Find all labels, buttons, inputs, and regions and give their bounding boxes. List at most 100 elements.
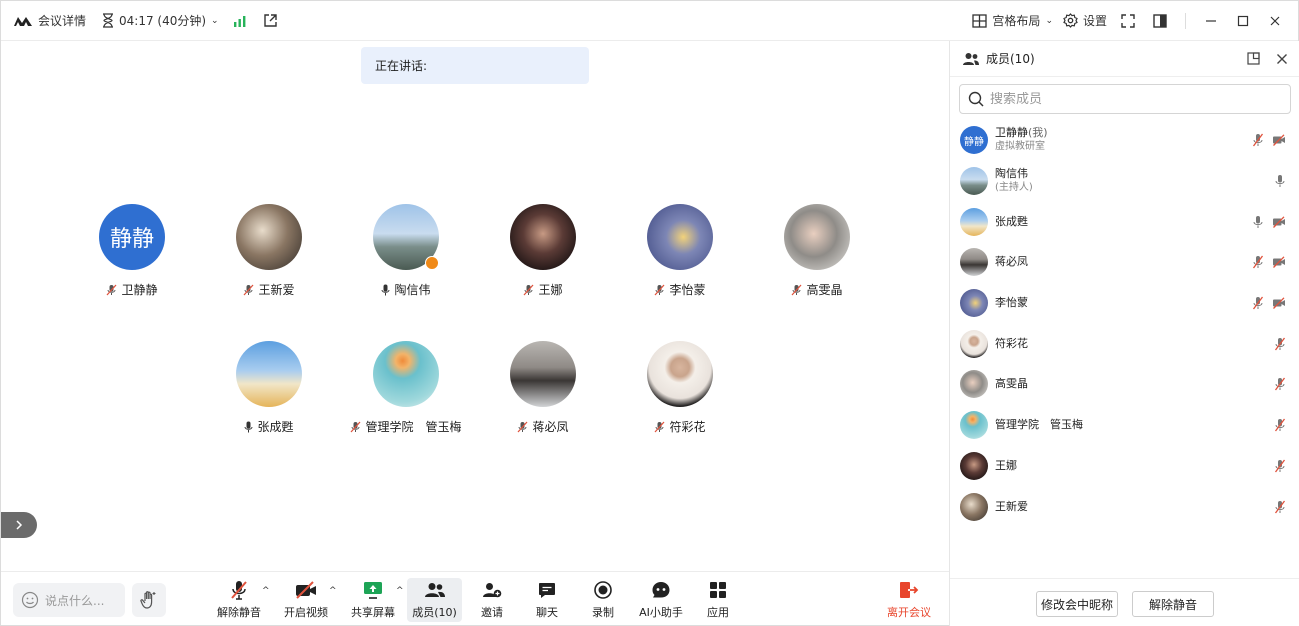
avatar <box>960 451 988 480</box>
list-item[interactable]: 符彩花 <box>950 323 1299 364</box>
participant-tile[interactable]: 张成甦 <box>209 341 329 435</box>
participant-name: 管理学院 管玉梅 <box>365 420 462 434</box>
divider <box>1185 12 1186 29</box>
participant-tile[interactable]: 静静 卫静静 <box>72 204 192 298</box>
raise-hand-button[interactable] <box>132 583 166 617</box>
chevron-right-icon <box>16 520 23 530</box>
mic-muted-icon[interactable] <box>1274 377 1286 391</box>
leave-icon <box>900 582 919 598</box>
avatar: 静静 <box>960 126 988 155</box>
member-name: 陶信伟 <box>995 167 1028 181</box>
avatar <box>960 289 988 318</box>
video-off-icon[interactable] <box>1272 216 1286 228</box>
participant-tile[interactable]: 管理学院 管玉梅 <box>346 341 466 435</box>
network-signal-icon[interactable] <box>233 15 247 27</box>
meeting-details-button[interactable]: 会议详情 <box>13 12 86 29</box>
close-panel-icon[interactable] <box>1276 53 1288 65</box>
participant-tile[interactable]: 符彩花 <box>620 341 740 435</box>
close-icon[interactable] <box>1264 10 1286 32</box>
member-name: 王新爱 <box>995 499 1028 513</box>
mic-icon[interactable] <box>1274 174 1286 188</box>
member-search-input[interactable] <box>990 91 1270 107</box>
invite-label: 邀请 <box>481 606 503 619</box>
sidebar-toggle-icon[interactable] <box>1149 10 1171 32</box>
mic-muted-icon[interactable] <box>1274 337 1286 351</box>
mic-muted-icon <box>351 421 361 432</box>
leave-meeting-button[interactable]: 离开会议 <box>885 578 933 622</box>
avatar <box>784 204 850 270</box>
chat-icon <box>539 582 555 598</box>
unmute-options-caret[interactable]: ^ <box>262 586 270 596</box>
members-panel-title: 成员(10) <box>986 52 1035 66</box>
participant-tile[interactable]: 蒋必凤 <box>483 341 603 435</box>
video-options-caret[interactable]: ^ <box>329 586 337 596</box>
list-item[interactable]: 蒋必凤 <box>950 242 1299 283</box>
avatar <box>236 341 302 407</box>
list-item[interactable]: 静静 卫静静(我) 虚拟教研室 <box>950 120 1299 161</box>
chat-button[interactable]: 聊天 <box>528 578 566 622</box>
list-item[interactable]: 高雯晶 <box>950 364 1299 405</box>
members-panel-footer: 修改会中昵称 解除静音 <box>950 578 1299 626</box>
participant-tile[interactable]: 高雯晶 <box>757 204 877 298</box>
start-video-button[interactable]: 开启视频 <box>282 578 330 622</box>
apps-label: 应用 <box>707 606 729 619</box>
participant-name: 王新爱 <box>258 283 295 297</box>
bottom-toolbar: 说点什么... 解除静音 ^ 开启视频 ^ 共享屏幕 ^ 成员(10) 邀请 聊… <box>1 571 949 626</box>
top-bar: 会议详情 04:17 (40分钟) ⌄ 宫格布局 ⌄ 设置 <box>1 1 1298 41</box>
avatar <box>960 329 988 358</box>
list-item[interactable]: 管理学院 管玉梅 <box>950 405 1299 446</box>
members-button[interactable]: 成员(10) <box>407 578 462 622</box>
fullscreen-icon[interactable] <box>1117 10 1139 32</box>
avatar <box>960 370 988 399</box>
unmute-label: 解除静音 <box>217 606 261 619</box>
expand-panel-button[interactable] <box>1 512 37 538</box>
rename-button[interactable]: 修改会中昵称 <box>1036 591 1118 617</box>
unmute-button[interactable]: 解除静音 <box>215 578 263 622</box>
minimize-icon[interactable] <box>1200 10 1222 32</box>
mic-muted-icon[interactable] <box>1252 255 1264 269</box>
mic-muted-icon[interactable] <box>1274 418 1286 432</box>
unmute-all-button[interactable]: 解除静音 <box>1132 591 1214 617</box>
apps-button[interactable]: 应用 <box>699 578 737 622</box>
video-off-icon[interactable] <box>1272 134 1286 147</box>
participant-tile[interactable]: 王娜 <box>483 204 603 298</box>
ai-assistant-button[interactable]: AI小助手 <box>637 578 685 622</box>
timer-dropdown[interactable]: 04:17 (40分钟) ⌄ <box>102 12 219 29</box>
layout-dropdown[interactable]: 宫格布局 ⌄ <box>972 12 1053 29</box>
video-off-icon[interactable] <box>1272 297 1286 310</box>
maximize-icon[interactable] <box>1232 10 1254 32</box>
members-panel: 成员(10) 静静 卫静静(我) 虚拟教研室 <box>949 41 1299 626</box>
share-screen-button[interactable]: 共享屏幕 <box>349 578 397 622</box>
video-off-icon[interactable] <box>1272 256 1286 269</box>
mic-muted-icon[interactable] <box>1252 296 1264 310</box>
list-item[interactable]: 陶信伟 (主持人) <box>950 161 1299 202</box>
member-search[interactable] <box>959 84 1291 114</box>
mic-muted-icon[interactable] <box>1252 133 1264 147</box>
popout-panel-icon[interactable] <box>1247 52 1260 65</box>
participant-tile[interactable]: 王新爱 <box>209 204 329 298</box>
invite-button[interactable]: 邀请 <box>473 578 511 622</box>
participant-tile[interactable]: 陶信伟 <box>346 204 466 298</box>
list-item[interactable]: 张成甦 <box>950 201 1299 242</box>
list-item[interactable]: 王娜 <box>950 446 1299 487</box>
list-item[interactable]: 王新爱 <box>950 486 1299 527</box>
mic-muted-icon[interactable] <box>1274 500 1286 514</box>
quick-chat-input[interactable]: 说点什么... <box>13 583 125 617</box>
participant-tile[interactable]: 李怡蒙 <box>620 204 740 298</box>
quick-chat-placeholder: 说点什么... <box>45 593 105 608</box>
list-item[interactable]: 李怡蒙 <box>950 283 1299 324</box>
member-subtitle: (主持人) <box>995 182 1033 194</box>
settings-button[interactable]: 设置 <box>1063 12 1107 29</box>
member-name: 李怡蒙 <box>995 296 1028 310</box>
popout-icon[interactable] <box>263 13 278 28</box>
avatar-text: 静静 <box>964 136 984 148</box>
mic-muted-icon <box>655 421 665 432</box>
member-name: 王娜 <box>995 458 1017 472</box>
mic-icon[interactable] <box>1252 215 1264 229</box>
share-options-caret[interactable]: ^ <box>396 586 404 596</box>
mic-muted-icon[interactable] <box>1274 459 1286 473</box>
member-name: 蒋必凤 <box>995 255 1028 269</box>
share-screen-label: 共享屏幕 <box>351 606 395 619</box>
record-button[interactable]: 录制 <box>584 578 622 622</box>
meeting-window: 会议详情 04:17 (40分钟) ⌄ 宫格布局 ⌄ 设置 正在讲话: 静静 卫… <box>0 0 1299 626</box>
